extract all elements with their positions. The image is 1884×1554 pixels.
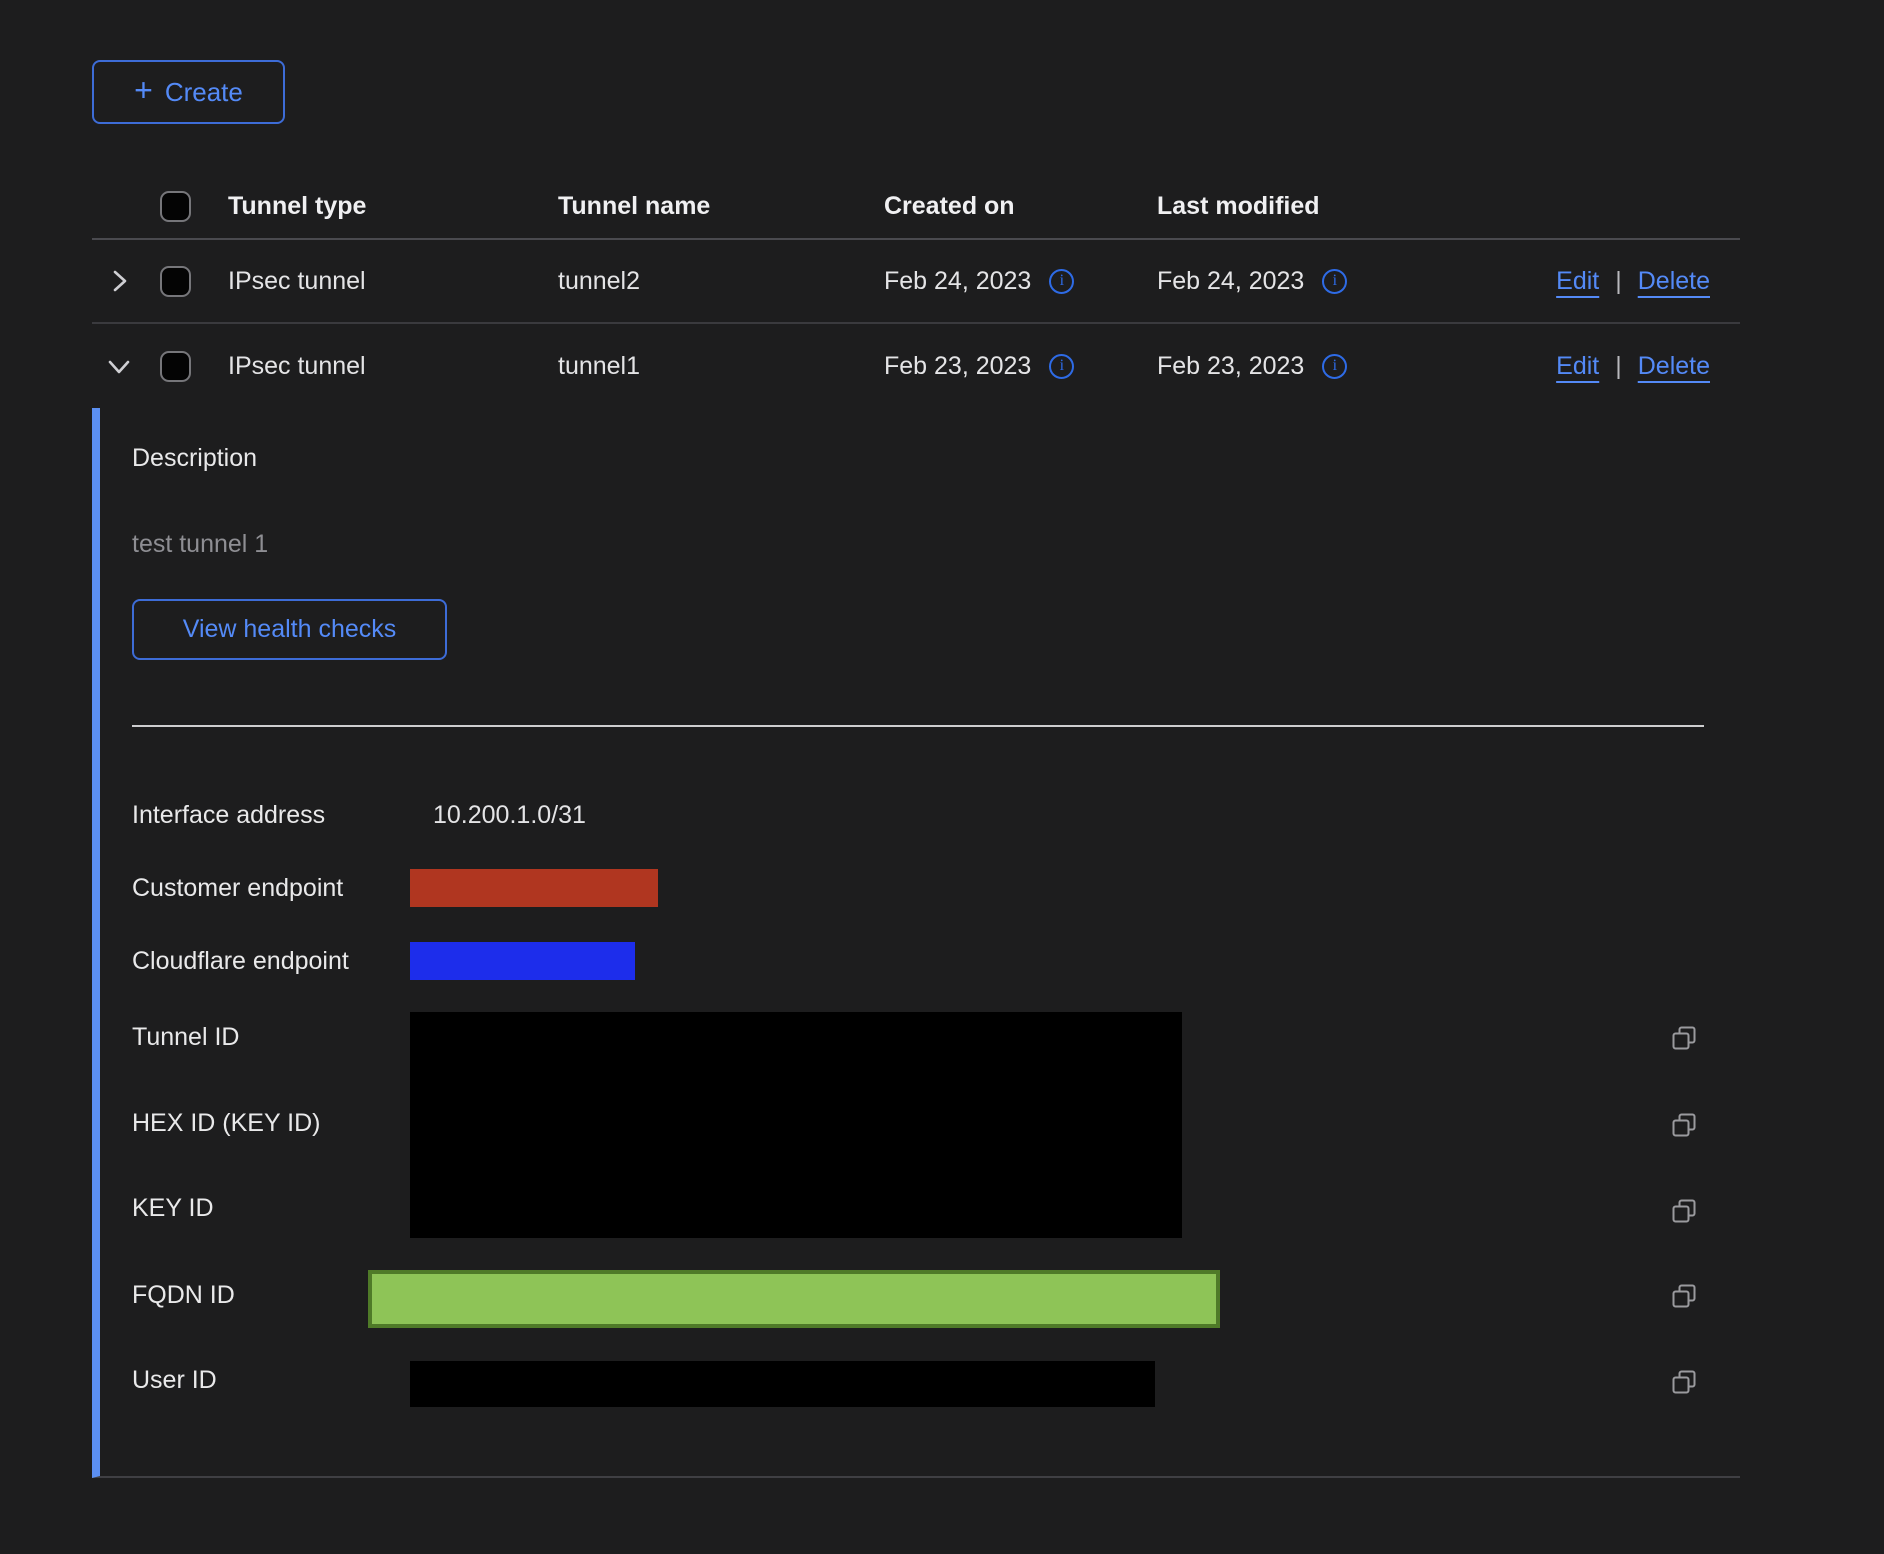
created-on-cell: Feb 23, 2023	[884, 352, 1031, 381]
expand-row-button[interactable]	[106, 268, 132, 294]
row-checkbox[interactable]	[160, 266, 191, 297]
interface-address-label: Interface address	[132, 800, 325, 830]
copy-icon	[1669, 1023, 1699, 1053]
actions-separator: |	[1615, 267, 1622, 296]
actions-separator: |	[1615, 352, 1622, 381]
customer-endpoint-label: Customer endpoint	[132, 873, 343, 903]
header-tunnel-name: Tunnel name	[558, 192, 884, 221]
tunnel1-expanded-panel: Description test tunnel 1 View health ch…	[92, 408, 1740, 1478]
tunnel-type-cell: IPsec tunnel	[228, 352, 558, 381]
info-icon[interactable]: i	[1049, 354, 1074, 379]
edit-link[interactable]: Edit	[1556, 352, 1599, 381]
chevron-down-icon	[106, 353, 132, 379]
key-id-label: KEY ID	[132, 1193, 214, 1223]
collapse-row-button[interactable]	[106, 353, 132, 379]
plus-icon: +	[134, 74, 153, 106]
description-value: test tunnel 1	[132, 530, 268, 559]
tunnel-name-cell: tunnel1	[558, 352, 884, 381]
description-label: Description	[132, 444, 257, 473]
view-health-checks-button[interactable]: View health checks	[132, 599, 447, 660]
copy-hex-id-button[interactable]	[1669, 1110, 1699, 1140]
panel-divider	[132, 725, 1704, 727]
copy-icon	[1669, 1110, 1699, 1140]
select-all-checkbox[interactable]	[160, 191, 191, 222]
user-id-label: User ID	[132, 1365, 217, 1395]
fqdn-id-label: FQDN ID	[132, 1280, 235, 1310]
table-row-tunnel1: IPsec tunnel tunnel1 Feb 23, 2023 i Feb …	[92, 324, 1740, 408]
header-created-on: Created on	[884, 192, 1157, 221]
chevron-right-icon	[106, 268, 132, 294]
ipsec-tunnels-page: + Create Tunnel type Tunnel name Created…	[0, 0, 1884, 1554]
create-button[interactable]: + Create	[92, 60, 285, 124]
ids-redacted-value	[410, 1012, 1182, 1238]
fqdn-id-redacted-value	[368, 1270, 1220, 1328]
delete-link[interactable]: Delete	[1638, 267, 1710, 296]
interface-address-value: 10.200.1.0/31	[433, 800, 586, 830]
last-modified-cell: Feb 24, 2023	[1157, 267, 1304, 296]
copy-key-id-button[interactable]	[1669, 1196, 1699, 1226]
tunnel-type-cell: IPsec tunnel	[228, 267, 558, 296]
hex-id-label: HEX ID (KEY ID)	[132, 1108, 320, 1138]
delete-link[interactable]: Delete	[1638, 352, 1710, 381]
tunnel-id-label: Tunnel ID	[132, 1022, 239, 1052]
last-modified-cell: Feb 23, 2023	[1157, 352, 1304, 381]
user-id-redacted-value	[410, 1361, 1155, 1407]
info-icon[interactable]: i	[1322, 269, 1347, 294]
copy-icon	[1669, 1367, 1699, 1397]
cloudflare-endpoint-redacted-value	[410, 942, 635, 980]
copy-tunnel-id-button[interactable]	[1669, 1023, 1699, 1053]
row-checkbox[interactable]	[160, 351, 191, 382]
header-tunnel-type: Tunnel type	[228, 192, 558, 221]
customer-endpoint-redacted-value	[410, 869, 658, 907]
header-checkbox-cell	[160, 191, 228, 222]
info-icon[interactable]: i	[1049, 269, 1074, 294]
tunnel-name-cell: tunnel2	[558, 267, 884, 296]
copy-user-id-button[interactable]	[1669, 1367, 1699, 1397]
copy-icon	[1669, 1281, 1699, 1311]
cloudflare-endpoint-label: Cloudflare endpoint	[132, 946, 349, 976]
created-on-cell: Feb 24, 2023	[884, 267, 1031, 296]
header-last-modified: Last modified	[1157, 192, 1430, 221]
table-header-row: Tunnel type Tunnel name Created on Last …	[92, 175, 1740, 240]
info-icon[interactable]: i	[1322, 354, 1347, 379]
create-button-label: Create	[165, 77, 243, 108]
table-row-tunnel2: IPsec tunnel tunnel2 Feb 24, 2023 i Feb …	[92, 240, 1740, 324]
edit-link[interactable]: Edit	[1556, 267, 1599, 296]
tunnels-table: Tunnel type Tunnel name Created on Last …	[92, 175, 1740, 408]
copy-icon	[1669, 1196, 1699, 1226]
copy-fqdn-id-button[interactable]	[1669, 1281, 1699, 1311]
